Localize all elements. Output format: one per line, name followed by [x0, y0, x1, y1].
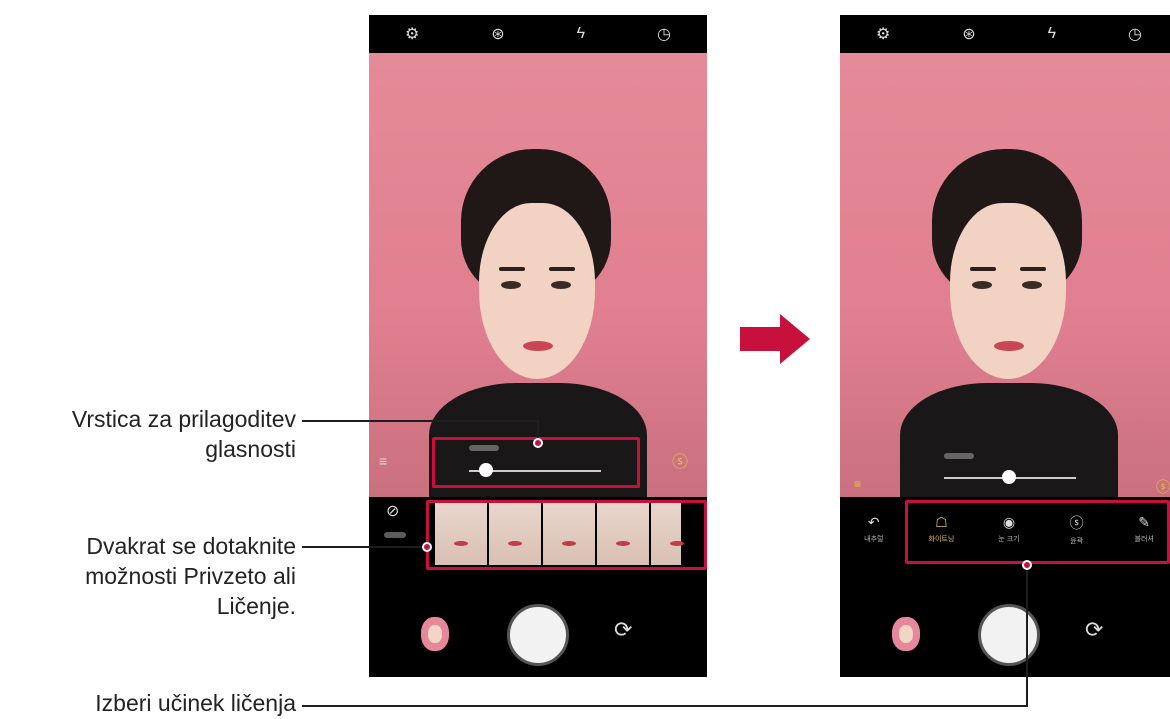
choose-effect-label: Izberi učinek ličenja [95, 690, 296, 716]
camera-topbar: ⚙ ⊛ ϟ ◷ [840, 15, 1170, 53]
menu-icon[interactable]: ≡ [379, 453, 387, 469]
camera-topbar: ⚙ ⊛ ϟ ◷ [369, 15, 707, 53]
beauty-avatar-icon[interactable] [421, 617, 449, 651]
switch-camera-icon[interactable]: ⟳ [1085, 617, 1103, 643]
callout-line [302, 420, 538, 422]
flash-off-icon[interactable]: ϟ [577, 25, 585, 43]
beauty-icon[interactable]: ⓢ [1156, 477, 1170, 497]
shutter-button[interactable] [978, 604, 1040, 666]
beauty-avatar-icon[interactable] [892, 617, 920, 651]
menu-icon[interactable]: ≡ [854, 477, 861, 491]
next-step-arrow-head [780, 314, 810, 364]
intensity-slider-knob[interactable] [1002, 470, 1016, 484]
callout-dot [422, 542, 432, 552]
filter-icon[interactable]: ⊛ [962, 24, 975, 44]
callout-line [1026, 566, 1028, 707]
flash-off-icon[interactable]: ϟ [1048, 25, 1056, 43]
camera-viewfinder[interactable]: ≡ ⓢ [840, 53, 1170, 497]
callout-line [302, 546, 426, 548]
timer-icon[interactable]: ◷ [657, 24, 671, 44]
effect-natural[interactable]: ↶ 내추럴 [850, 514, 898, 544]
settings-icon[interactable]: ⚙ [876, 24, 890, 44]
volume-bar-label: Vrstica za prilagoditev glasnosti [71, 406, 296, 462]
no-effect-icon[interactable]: ⊘ [386, 501, 399, 521]
next-step-arrow [740, 327, 782, 351]
callout-line [302, 705, 1028, 707]
undo-icon: ↶ [867, 514, 880, 530]
settings-icon[interactable]: ⚙ [405, 24, 419, 44]
switch-camera-icon[interactable]: ⟳ [614, 617, 632, 643]
shutter-button[interactable] [507, 604, 569, 666]
callout-dot [1022, 560, 1032, 570]
effect-label: 내추럴 [864, 536, 884, 543]
callout-dot [533, 438, 543, 448]
timer-icon[interactable]: ◷ [1128, 24, 1142, 44]
effects-highlight [905, 500, 1170, 564]
thumbnails-highlight [426, 500, 707, 570]
portrait-photo [840, 53, 1170, 497]
filter-icon[interactable]: ⊛ [491, 24, 504, 44]
phone-screen-right: ⚙ ⊛ ϟ ◷ ≡ ⓢ ↶ 내추럴 ☖ 화이트닝 ◉ 눈 크기 ⓢ 윤곽 ✎ 블… [840, 15, 1170, 677]
beauty-icon[interactable]: ⓢ [672, 448, 688, 472]
phone-screen-left: ⚙ ⊛ ϟ ◷ ⓢ ≡ ⊘ ⟳ [369, 15, 707, 677]
double-tap-label: Dvakrat se dotaknite možnosti Privzeto a… [85, 533, 296, 619]
